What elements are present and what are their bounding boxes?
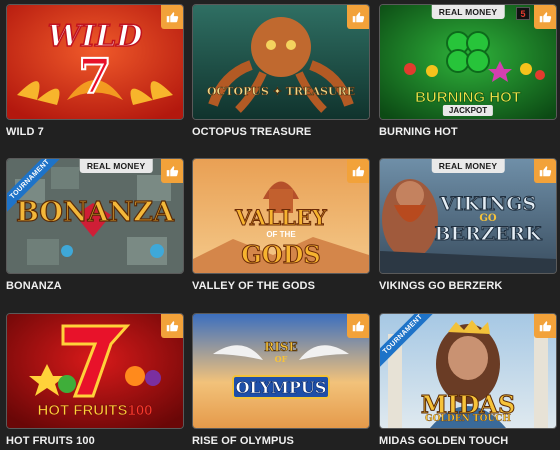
game-logo-line-2: TREASURE	[285, 85, 356, 99]
game-title[interactable]: WILD 7	[6, 126, 184, 138]
game-title[interactable]: VIKINGS GO BERZERK	[379, 280, 557, 292]
game-title[interactable]: BURNING HOT	[379, 126, 557, 138]
game-thumbnail[interactable]: RISE OF OLYMPUS	[192, 313, 370, 429]
octopus-treasure-artwork	[193, 5, 369, 119]
game-logo-line-3: GODS	[241, 240, 322, 270]
like-button[interactable]	[534, 5, 556, 29]
game-thumbnail[interactable]: VALLEY OF THE GODS	[192, 158, 370, 274]
thumbs-up-icon	[539, 166, 552, 177]
thumbs-up-icon	[352, 166, 365, 177]
game-thumbnail[interactable]: WILD 7	[6, 4, 184, 120]
game-logo-line-2: OF THE	[266, 230, 296, 239]
real-money-badge: REAL MONEY	[431, 159, 505, 173]
game-thumbnail[interactable]: REAL MONEY 5 BURNING HOT JACKPOT	[379, 4, 557, 120]
thumbs-up-icon	[166, 166, 179, 177]
game-logo-line-1: BURNING HOT	[415, 89, 522, 107]
game-logo-line-3: OLYMPUS	[235, 378, 327, 398]
games-grid: WILD 7 WILD 7 OCTOPUS ✦ TREASURE OCTOPUS…	[0, 0, 560, 450]
game-logo-line-3: BERZERK	[434, 223, 542, 246]
game-logo-line-1: BONANZA	[15, 196, 174, 228]
game-thumbnail[interactable]: HOT FRUITS100	[6, 313, 184, 429]
real-money-badge: REAL MONEY	[79, 159, 153, 173]
like-button[interactable]	[347, 5, 369, 29]
real-money-badge: REAL MONEY	[431, 5, 505, 19]
like-button[interactable]	[161, 314, 183, 338]
game-logo-line-1: VIKINGS	[439, 193, 537, 216]
like-button[interactable]	[161, 5, 183, 29]
game-card-midas-golden-touch[interactable]: TOURNAMENT MIDAS GOLDEN TOUCH MIDAS GOLD…	[379, 313, 557, 447]
thumbs-up-icon	[166, 12, 179, 23]
game-card-bonanza[interactable]: TOURNAMENT REAL MONEY BONANZA BONANZA	[6, 158, 184, 292]
game-card-burning-hot[interactable]: REAL MONEY 5 BURNING HOT JACKPOT BURNING…	[379, 4, 557, 138]
game-logo-line-2: OF	[274, 354, 288, 364]
thumbs-up-icon	[166, 321, 179, 332]
game-logo-line-1: RISE	[264, 340, 298, 355]
thumbs-up-icon	[352, 321, 365, 332]
game-title[interactable]: BONANZA	[6, 280, 184, 292]
like-button[interactable]	[347, 314, 369, 338]
like-button[interactable]	[347, 159, 369, 183]
game-card-octopus-treasure[interactable]: OCTOPUS ✦ TREASURE OCTOPUS TREASURE	[192, 4, 370, 138]
game-thumbnail[interactable]: TOURNAMENT MIDAS GOLDEN TOUCH	[379, 313, 557, 429]
like-button[interactable]	[161, 159, 183, 183]
game-title[interactable]: RISE OF OLYMPUS	[192, 435, 370, 447]
like-button[interactable]	[534, 314, 556, 338]
game-logo-line-1: HOT FRUITS	[37, 402, 128, 420]
game-card-hot-fruits-100[interactable]: HOT FRUITS100 HOT FRUITS 100	[6, 313, 184, 447]
game-title[interactable]: HOT FRUITS 100	[6, 435, 184, 447]
game-logo-line-2: 100	[127, 402, 153, 420]
game-thumbnail[interactable]: TOURNAMENT REAL MONEY BONANZA	[6, 158, 184, 274]
thumbs-up-icon	[539, 321, 552, 332]
game-card-valley-of-the-gods[interactable]: VALLEY OF THE GODS VALLEY OF THE GODS	[192, 158, 370, 292]
game-logo-line-1: OCTOPUS	[206, 85, 269, 99]
jackpot-badge: JACKPOT	[442, 105, 494, 116]
game-thumbnail[interactable]: REAL MONEY VIKINGS GO BERZERK	[379, 158, 557, 274]
game-title[interactable]: VALLEY OF THE GODS	[192, 280, 370, 292]
game-thumbnail[interactable]: OCTOPUS ✦ TREASURE	[192, 4, 370, 120]
counter-badge: 5	[516, 7, 530, 20]
thumbs-up-icon	[352, 12, 365, 23]
like-button[interactable]	[534, 159, 556, 183]
game-logo-line-1: VALLEY	[235, 205, 328, 231]
rise-of-olympus-artwork	[193, 314, 369, 428]
game-title[interactable]: MIDAS GOLDEN TOUCH	[379, 435, 557, 447]
game-title[interactable]: OCTOPUS TREASURE	[192, 126, 370, 138]
game-card-vikings-go-berzerk[interactable]: REAL MONEY VIKINGS GO BERZERK VIKINGS GO…	[379, 158, 557, 292]
game-card-wild-7[interactable]: WILD 7 WILD 7	[6, 4, 184, 138]
game-logo-line-2: 7	[77, 48, 112, 106]
game-card-rise-of-olympus[interactable]: RISE OF OLYMPUS RISE OF OLYMPUS	[192, 313, 370, 447]
thumbs-up-icon	[539, 12, 552, 23]
game-logo-line-2: GOLDEN TOUCH	[425, 414, 511, 424]
